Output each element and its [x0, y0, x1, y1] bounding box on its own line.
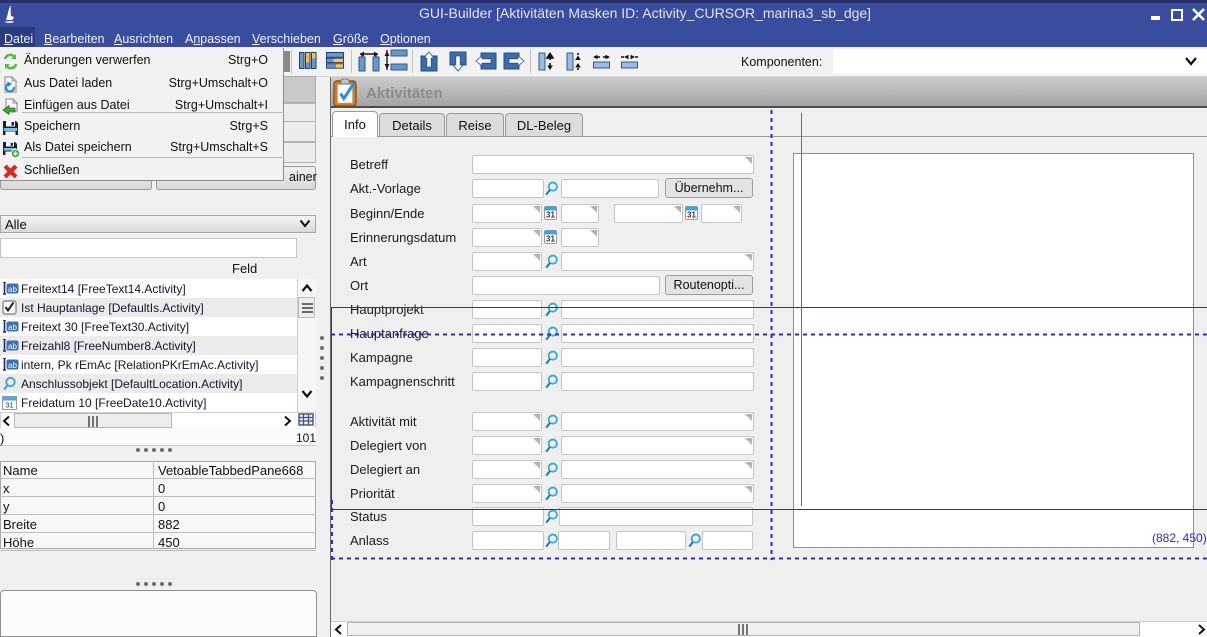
svg-text:31: 31	[5, 400, 13, 409]
svg-text:ab: ab	[8, 361, 17, 370]
svg-text:ab: ab	[8, 323, 17, 332]
svg-text:ab: ab	[8, 342, 17, 351]
svg-text:ab: ab	[8, 285, 17, 294]
